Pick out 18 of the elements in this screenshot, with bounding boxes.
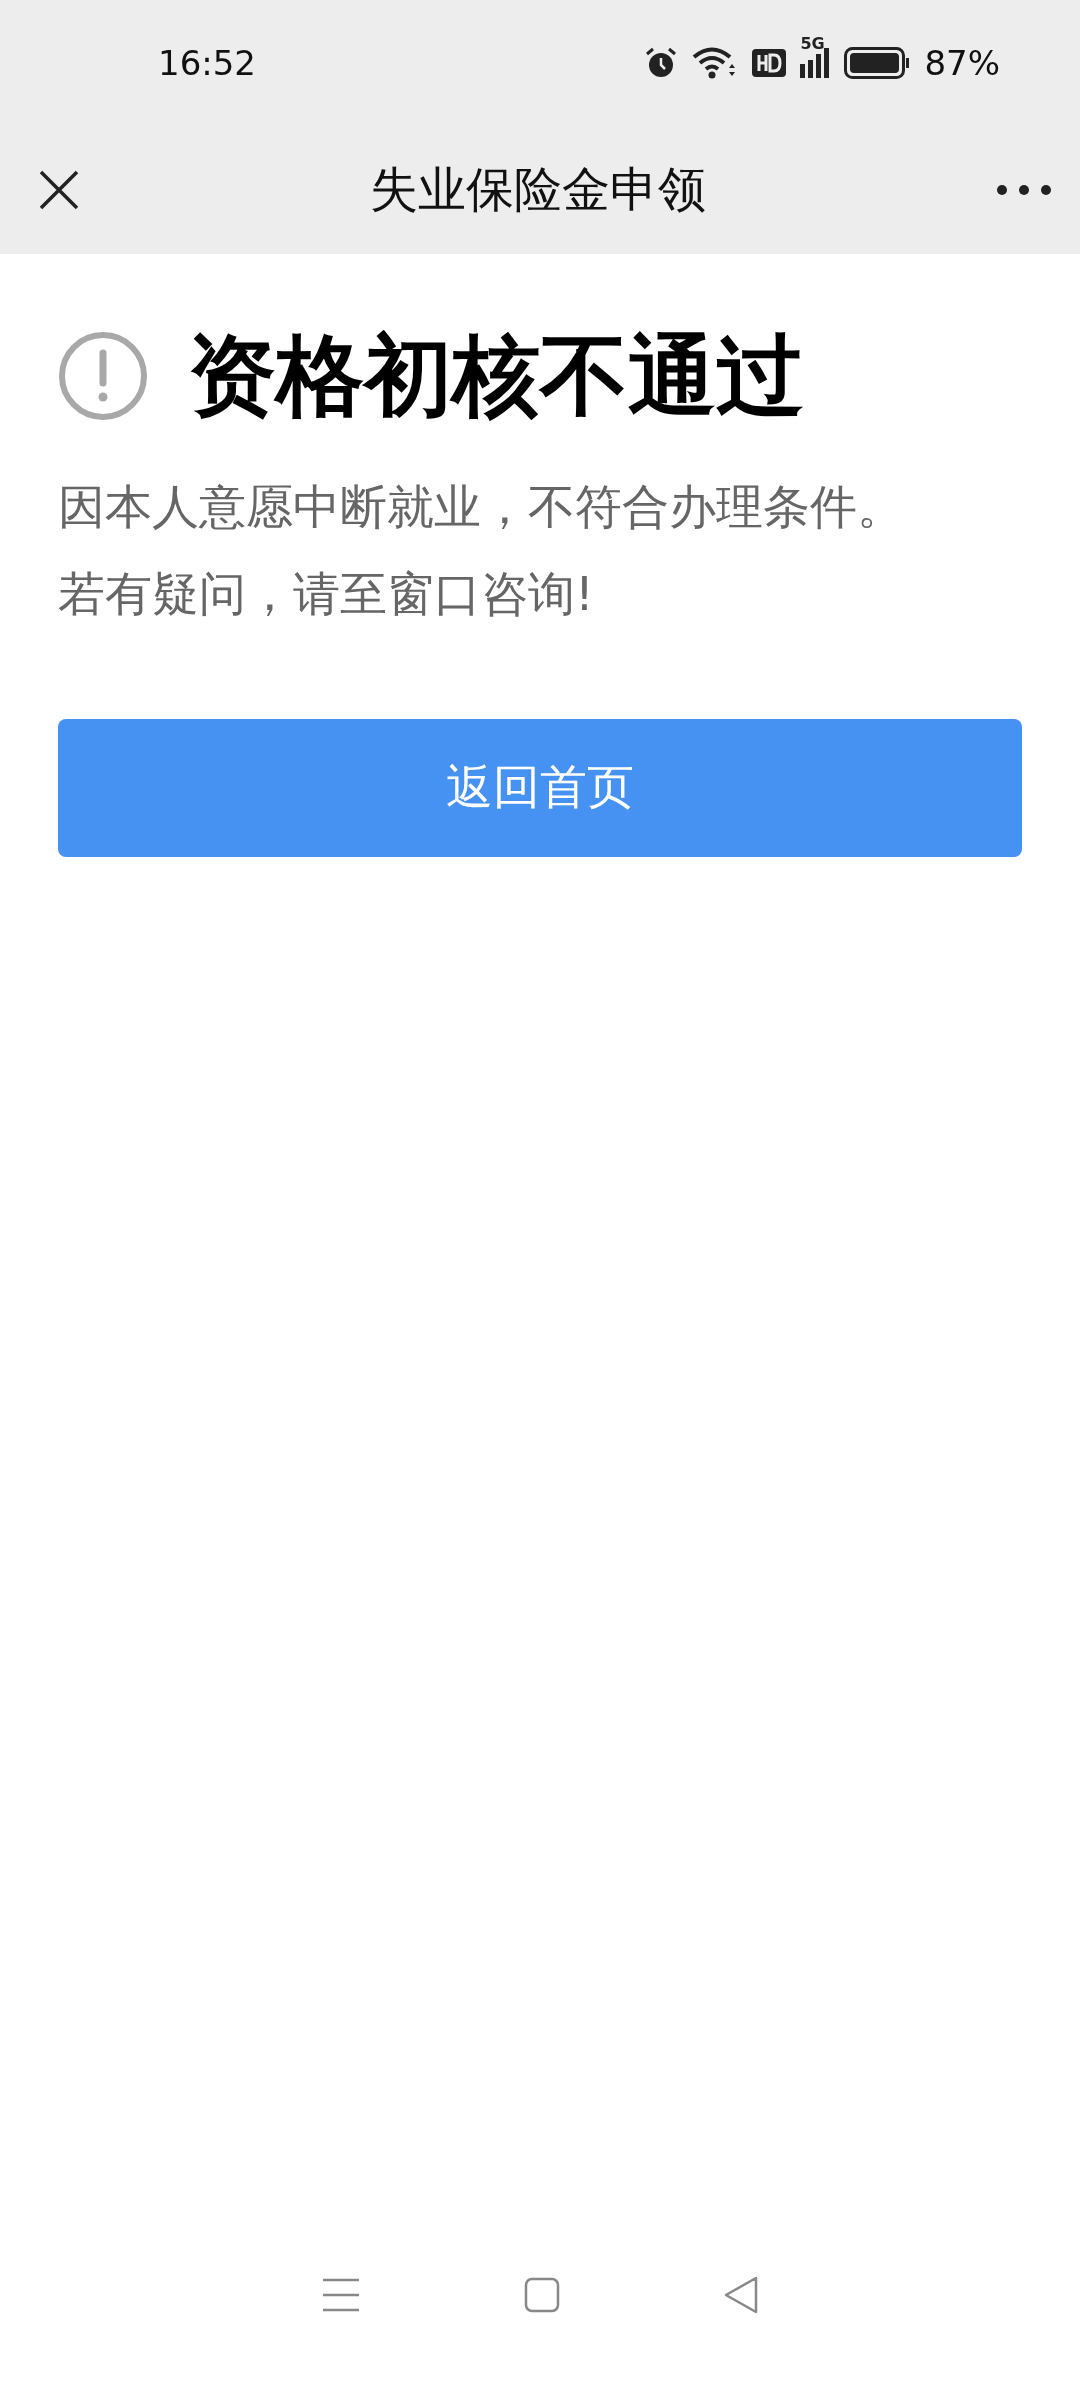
signal-icon	[800, 47, 831, 78]
result-title: 资格初核不通过	[188, 328, 804, 425]
menu-icon[interactable]	[321, 2277, 362, 2313]
page-title: 失业保险金申领	[370, 159, 706, 219]
return-home-button[interactable]: 返回首页	[58, 718, 1022, 857]
battery-icon	[844, 46, 911, 79]
home-icon[interactable]	[524, 2277, 560, 2313]
more-icon	[996, 183, 1052, 196]
network-type: 5G	[800, 35, 825, 52]
warning-icon	[58, 331, 148, 422]
close-icon	[38, 168, 80, 211]
result-message: 若有疑问，请至窗口咨询!	[58, 564, 595, 623]
result-message: 因本人意愿中断就业，不符合办理条件。	[58, 477, 905, 536]
battery-percent: 87%	[924, 42, 1000, 83]
back-icon[interactable]	[722, 2276, 759, 2314]
status-time: 16:52	[158, 42, 256, 83]
hd-icon	[752, 48, 787, 77]
alarm-clock-icon	[644, 45, 679, 80]
